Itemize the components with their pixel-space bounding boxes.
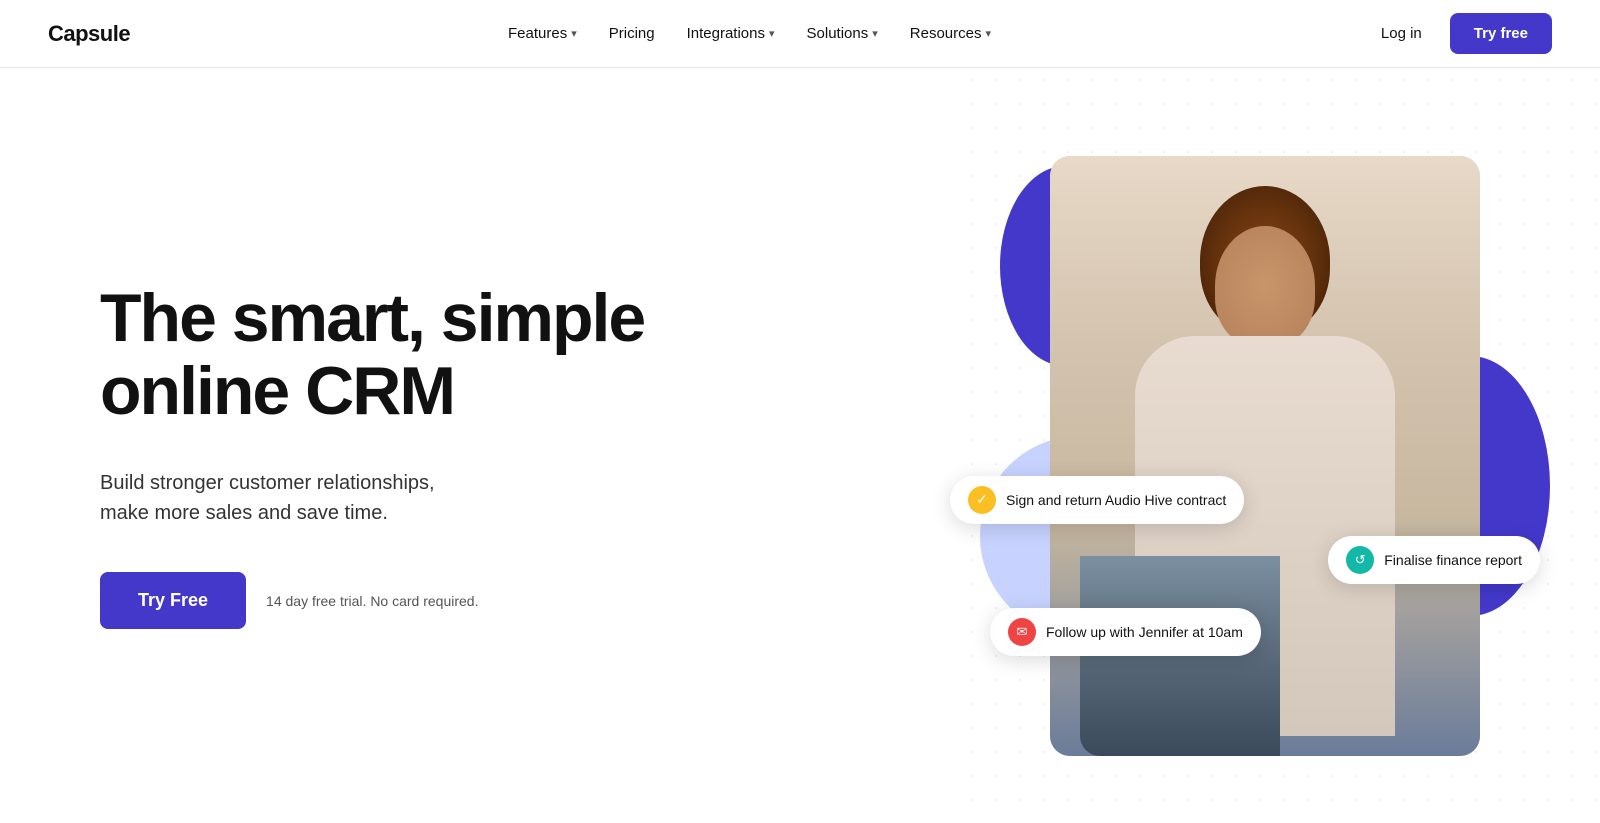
hero-cta-area: Try Free 14 day free trial. No card requ… [100, 572, 644, 629]
logo[interactable]: Capsule [48, 21, 130, 47]
photo-overlay-small [1080, 556, 1280, 756]
login-link[interactable]: Log in [1369, 17, 1434, 50]
checkmark-icon: ✓ [968, 486, 996, 514]
nav-links: Features ▾ Pricing Integrations ▾ Soluti… [494, 17, 1005, 50]
trial-info-text: 14 day free trial. No card required. [266, 593, 478, 609]
hero-section: The smart, simple online CRM Build stron… [0, 68, 1600, 823]
nav-item-solutions[interactable]: Solutions ▾ [793, 17, 892, 50]
hero-subtext: Build stronger customer relationships, m… [100, 468, 540, 528]
navbar: Capsule Features ▾ Pricing Integrations … [0, 0, 1600, 68]
toast-finance-report: ↺ Finalise finance report [1328, 536, 1540, 584]
nav-item-resources[interactable]: Resources ▾ [896, 17, 1005, 50]
hero-heading: The smart, simple online CRM [100, 282, 644, 429]
hero-content-left: The smart, simple online CRM Build stron… [100, 282, 644, 630]
email-icon: ✉ [1008, 618, 1036, 646]
refresh-icon: ↺ [1346, 546, 1374, 574]
chevron-down-icon: ▾ [571, 27, 577, 40]
person-face: 👓 [1215, 226, 1315, 346]
hero-main-photo: 👓 [1050, 156, 1480, 756]
nav-item-pricing[interactable]: Pricing [595, 17, 669, 50]
hero-try-free-button[interactable]: Try Free [100, 572, 246, 629]
nav-item-features[interactable]: Features ▾ [494, 17, 591, 50]
photo-small-content [1080, 556, 1280, 756]
chevron-down-icon: ▾ [769, 27, 775, 40]
chevron-down-icon: ▾ [872, 27, 878, 40]
toast-sign-contract: ✓ Sign and return Audio Hive contract [950, 476, 1244, 524]
nav-item-integrations[interactable]: Integrations ▾ [673, 17, 789, 50]
hero-image-area: 👓 ✓ Sign and return Audio Hive contract … [1020, 156, 1520, 756]
nav-actions: Log in Try free [1369, 13, 1552, 54]
chevron-down-icon: ▾ [985, 27, 991, 40]
nav-try-free-button[interactable]: Try free [1450, 13, 1552, 54]
toast-follow-up: ✉ Follow up with Jennifer at 10am [990, 608, 1261, 656]
